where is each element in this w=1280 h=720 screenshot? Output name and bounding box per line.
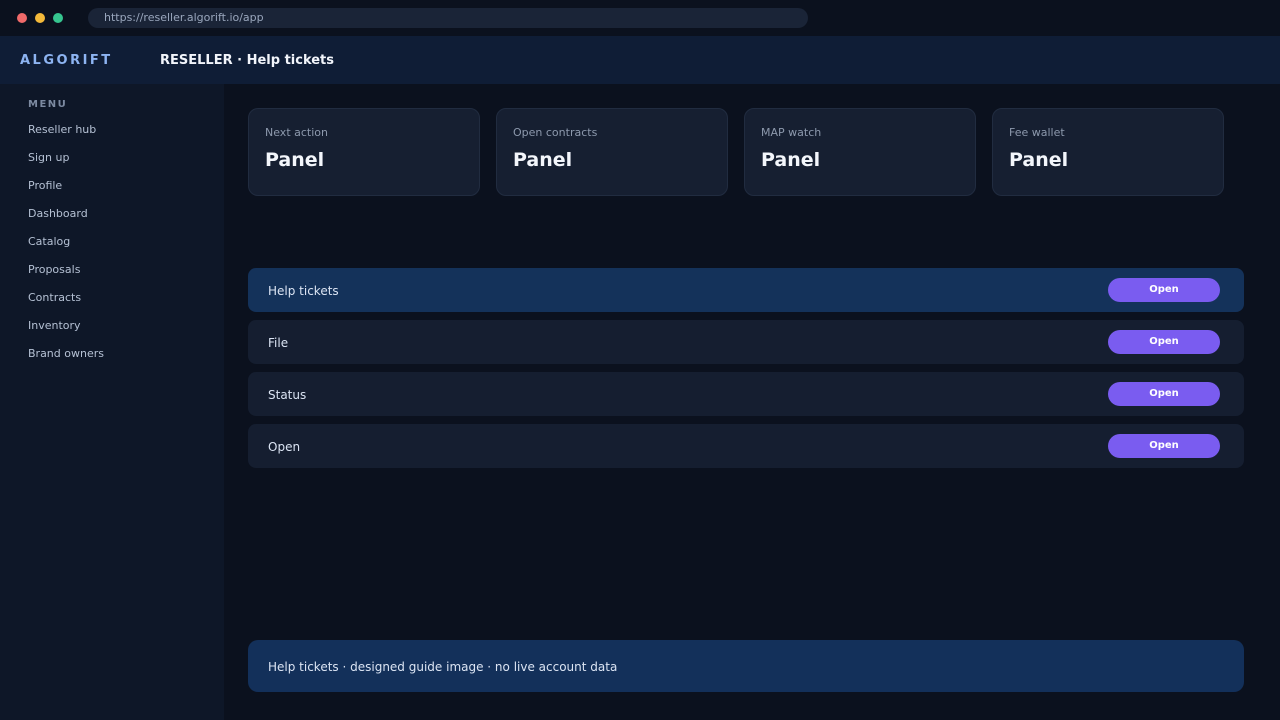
summary-card[interactable]: MAP watch Panel — [744, 108, 976, 196]
open-button[interactable]: Open — [1108, 382, 1220, 406]
card-value: Panel — [265, 149, 325, 171]
open-button[interactable]: Open — [1108, 278, 1220, 302]
browser-chrome: https://reseller.algorift.io/app — [0, 0, 1280, 36]
sidebar-heading: MENU — [28, 99, 68, 110]
card-label: Next action — [265, 126, 328, 139]
row-label: File — [268, 336, 289, 350]
sidebar-item-catalog[interactable]: Catalog — [28, 234, 70, 250]
window-close-dot[interactable] — [17, 13, 27, 23]
sidebar-item-profile[interactable]: Profile — [28, 178, 62, 194]
sidebar-item-proposals[interactable]: Proposals — [28, 262, 80, 278]
brand-logo[interactable]: ALGORIFT — [20, 36, 113, 86]
summary-card[interactable]: Fee wallet Panel — [992, 108, 1224, 196]
page-title: RESELLER · Help tickets — [160, 53, 335, 68]
sidebar-item-sign-up[interactable]: Sign up — [28, 150, 69, 166]
open-button[interactable]: Open — [1108, 330, 1220, 354]
summary-card[interactable]: Next action Panel — [248, 108, 480, 196]
card-value: Panel — [1009, 149, 1069, 171]
info-banner-text: Help tickets · designed guide image · no… — [268, 660, 618, 674]
sidebar: MENU Reseller hub Sign up Profile Dashbo… — [0, 84, 224, 720]
summary-card[interactable]: Open contracts Panel — [496, 108, 728, 196]
list-row-open[interactable]: Open Open — [248, 424, 1244, 468]
card-value: Panel — [513, 149, 573, 171]
list-row-file[interactable]: File Open — [248, 320, 1244, 364]
main-content: Next action Panel Open contracts Panel M… — [224, 84, 1280, 720]
open-button[interactable]: Open — [1108, 434, 1220, 458]
sidebar-item-contracts[interactable]: Contracts — [28, 290, 81, 306]
row-label: Open — [268, 440, 301, 454]
row-label: Help tickets — [268, 284, 339, 298]
list-row-status[interactable]: Status Open — [248, 372, 1244, 416]
info-banner: Help tickets · designed guide image · no… — [248, 640, 1244, 692]
window-minimize-dot[interactable] — [35, 13, 45, 23]
sidebar-item-inventory[interactable]: Inventory — [28, 318, 81, 334]
sidebar-item-reseller-hub[interactable]: Reseller hub — [28, 122, 96, 138]
app-header: ALGORIFT RESELLER · Help tickets — [0, 36, 1280, 84]
card-value: Panel — [761, 149, 821, 171]
card-label: MAP watch — [761, 126, 822, 139]
window-maximize-dot[interactable] — [53, 13, 63, 23]
sidebar-item-dashboard[interactable]: Dashboard — [28, 206, 88, 222]
list-row-help-tickets[interactable]: Help tickets Open — [248, 268, 1244, 312]
row-label: Status — [268, 388, 307, 402]
address-bar[interactable]: https://reseller.algorift.io/app — [88, 8, 808, 28]
sidebar-item-brand-owners[interactable]: Brand owners — [28, 346, 104, 362]
card-label: Open contracts — [513, 126, 598, 139]
card-label: Fee wallet — [1009, 126, 1065, 139]
